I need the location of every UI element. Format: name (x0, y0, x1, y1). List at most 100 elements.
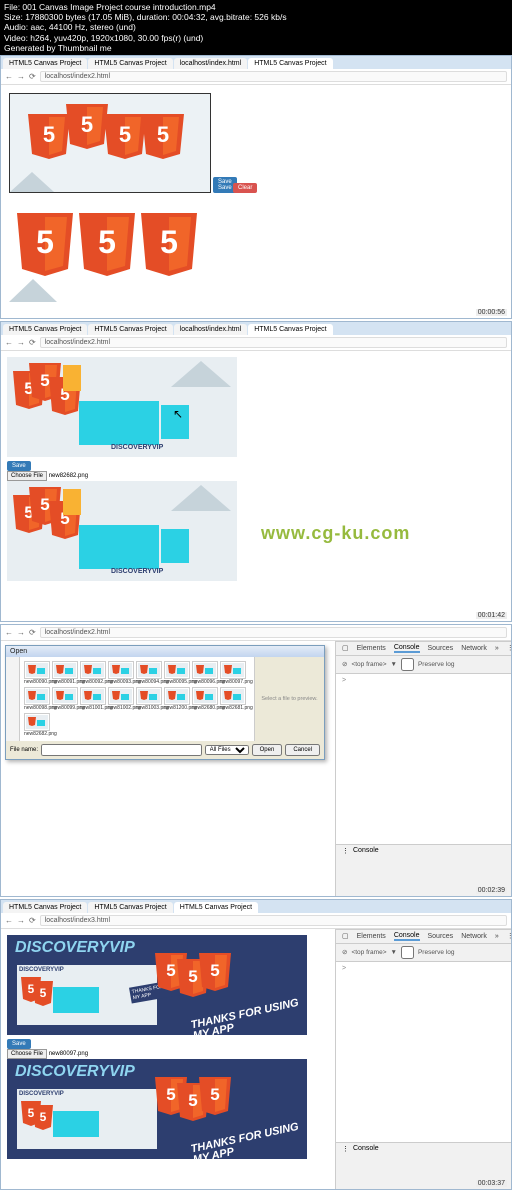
tab[interactable]: HTML5 Canvas Project (88, 902, 172, 913)
meta-size: Size: 17880300 bytes (17.05 MiB), durati… (4, 12, 508, 22)
choose-file-button[interactable]: Choose File (7, 1049, 47, 1059)
address-bar[interactable]: localhost/index2.html (40, 627, 507, 638)
tab[interactable]: HTML5 Canvas Project (88, 58, 172, 69)
back-icon[interactable]: ← (5, 916, 13, 925)
tab[interactable]: HTML5 Canvas Project (3, 902, 87, 913)
devtools-tab-active[interactable]: Console (394, 932, 420, 941)
forward-icon[interactable]: → (17, 628, 25, 637)
address-bar[interactable]: localhost/index3.html (40, 915, 507, 926)
screenshot-frame-3: ← → ⟳ localhost/index2.html Open new8009… (0, 624, 512, 897)
address-bar[interactable]: localhost/index2.html (40, 71, 507, 82)
source-image: 5 5 5 DISCOVERYVIP (7, 481, 237, 581)
file-thumb[interactable]: new80095.png (164, 661, 190, 685)
more-tabs-icon[interactable]: » (495, 645, 499, 652)
preserve-log-label: Preserve log (418, 661, 455, 668)
watermark-text: www.cg-ku.com (261, 523, 410, 544)
devtools-panel: ▢ Elements Console Sources Network » ⋮ ✕… (335, 929, 511, 1189)
file-thumb[interactable]: new80092.png (80, 661, 106, 685)
filename-input[interactable] (41, 744, 202, 756)
reload-icon[interactable]: ⟳ (29, 916, 36, 925)
drawer-label[interactable]: Console (353, 847, 379, 854)
drawer-label[interactable]: Console (353, 1145, 379, 1152)
html5-shields-group: 5 5 5 5 (28, 104, 188, 182)
tab[interactable]: localhost/index.html (174, 324, 247, 335)
svg-text:5: 5 (40, 495, 49, 514)
file-thumb[interactable]: new80097.png (220, 661, 246, 685)
clear-console-icon[interactable]: ⊘ (342, 948, 347, 956)
file-thumb[interactable]: new81200.png (164, 687, 190, 711)
original-image: 5 5 5 (9, 207, 503, 310)
file-thumb[interactable]: new80090.png (24, 661, 50, 685)
tab-active[interactable]: HTML5 Canvas Project (248, 58, 332, 69)
file-thumb[interactable]: new81001.png (80, 687, 106, 711)
tab-active[interactable]: HTML5 Canvas Project (174, 902, 258, 913)
devtools-tab[interactable]: Elements (357, 645, 386, 652)
dialog-title: Open (6, 646, 324, 657)
save-button[interactable]: Save (7, 1039, 31, 1049)
tab[interactable]: HTML5 Canvas Project (3, 324, 87, 335)
file-thumb[interactable]: new82681.png (220, 687, 246, 711)
back-icon[interactable]: ← (5, 338, 13, 347)
back-icon[interactable]: ← (5, 628, 13, 637)
tab-active[interactable]: HTML5 Canvas Project (248, 324, 332, 335)
svg-text:5: 5 (119, 122, 131, 147)
devtools-tab[interactable]: Elements (357, 933, 386, 940)
devtools-tab[interactable]: Network (461, 645, 487, 652)
file-thumb[interactable]: new80091.png (52, 661, 78, 685)
reload-icon[interactable]: ⟳ (29, 338, 36, 347)
preserve-log-checkbox[interactable] (401, 658, 414, 671)
cancel-button[interactable]: Cancel (285, 744, 320, 756)
preserve-log-checkbox[interactable] (401, 946, 414, 959)
file-preview: Select a file to preview. (254, 657, 324, 741)
devtools-tab[interactable]: Network (461, 933, 487, 940)
devtools-tab[interactable]: Sources (428, 645, 454, 652)
clear-button[interactable]: Clear (233, 183, 257, 193)
tab[interactable]: HTML5 Canvas Project (88, 324, 172, 335)
svg-text:5: 5 (40, 1110, 47, 1124)
file-thumb[interactable]: new82680.png (192, 687, 218, 711)
reload-icon[interactable]: ⟳ (29, 628, 36, 637)
file-thumb[interactable]: new80099.png (52, 687, 78, 711)
console-prompt[interactable]: > (342, 677, 346, 684)
discovery-banner: DISCOVERYVIP DISCOVERYVIP 5 5 THANKS FOR… (7, 935, 307, 1035)
back-icon[interactable]: ← (5, 72, 13, 81)
timestamp: 00:01:42 (476, 612, 507, 619)
file-thumb[interactable]: new80094.png (136, 661, 162, 685)
devtools-tab[interactable]: Sources (428, 933, 454, 940)
devtools-tab-active[interactable]: Console (394, 644, 420, 653)
forward-icon[interactable]: → (17, 916, 25, 925)
clear-console-icon[interactable]: ⊘ (342, 660, 347, 668)
tab[interactable]: localhost/index.html (174, 58, 247, 69)
console-prompt[interactable]: > (342, 965, 346, 972)
choose-file-button[interactable]: Choose File (7, 471, 47, 481)
save-button[interactable]: Save (7, 461, 31, 471)
top-frame-select[interactable]: <top frame> (351, 661, 386, 668)
settings-icon[interactable]: ⋮ (507, 932, 512, 940)
file-thumb[interactable]: new80096.png (192, 661, 218, 685)
more-tabs-icon[interactable]: » (495, 933, 499, 940)
html5-mini: 5 5 (21, 977, 81, 1023)
canvas-drop-area[interactable]: 5 5 5 5 (9, 93, 211, 193)
file-thumb[interactable]: new80093.png (108, 661, 134, 685)
html5-mini: 5 5 (21, 1101, 81, 1147)
file-thumb[interactable]: new82682.png (24, 713, 50, 737)
file-thumb[interactable]: new81003.png (136, 687, 162, 711)
forward-icon[interactable]: → (17, 338, 25, 347)
settings-icon[interactable]: ⋮ (507, 644, 512, 652)
device-icon[interactable]: ▢ (342, 644, 349, 652)
file-thumb[interactable]: new80098.png (24, 687, 50, 711)
filetype-select[interactable]: All Files (205, 745, 249, 755)
drawer-menu-icon[interactable]: ⋮ (342, 1145, 349, 1153)
reload-icon[interactable]: ⟳ (29, 72, 36, 81)
drawer-menu-icon[interactable]: ⋮ (342, 847, 349, 855)
file-thumb[interactable]: new81002.png (108, 687, 134, 711)
address-bar[interactable]: localhost/index2.html (40, 337, 507, 348)
screenshot-frame-2: HTML5 Canvas Project HTML5 Canvas Projec… (0, 321, 512, 622)
tab[interactable]: HTML5 Canvas Project (3, 58, 87, 69)
discovery-sub: DISCOVERYVIP (17, 1089, 157, 1099)
open-button[interactable]: Open (252, 744, 283, 756)
file-sidebar (6, 657, 20, 741)
device-icon[interactable]: ▢ (342, 932, 349, 940)
top-frame-select[interactable]: <top frame> (351, 949, 386, 956)
forward-icon[interactable]: → (17, 72, 25, 81)
